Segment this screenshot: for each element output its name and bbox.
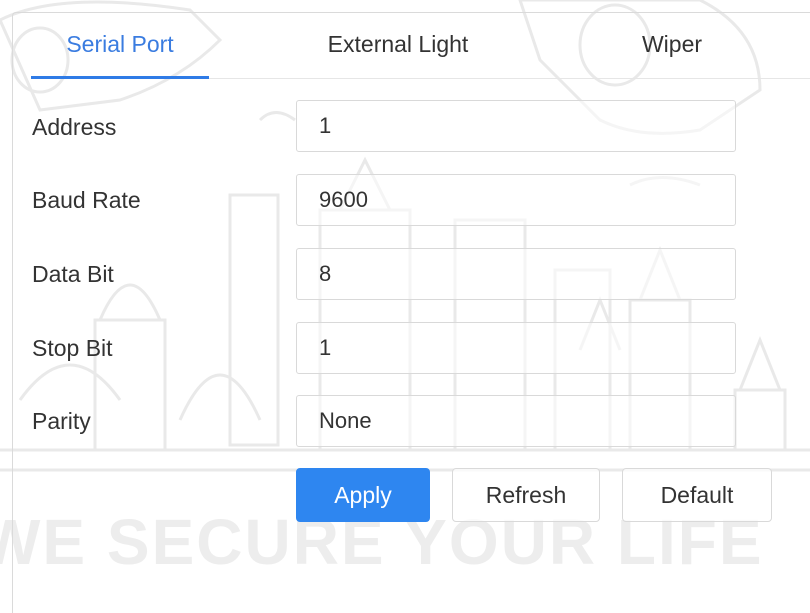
data-bit-select[interactable]: 8 xyxy=(296,248,736,300)
data-bit-label: Data Bit xyxy=(32,261,114,287)
tab-bar: Serial Port External Light Wiper xyxy=(12,12,810,80)
baud-rate-label: Baud Rate xyxy=(32,187,141,213)
active-tab-indicator xyxy=(31,76,209,79)
address-input[interactable] xyxy=(296,100,736,152)
default-button[interactable]: Default xyxy=(622,468,772,522)
parity-label: Parity xyxy=(32,408,91,434)
refresh-button[interactable]: Refresh xyxy=(452,468,600,522)
stop-bit-label: Stop Bit xyxy=(32,335,113,361)
stop-bit-select[interactable]: 1 xyxy=(296,322,736,374)
apply-button[interactable]: Apply xyxy=(296,468,430,522)
parity-select[interactable]: None xyxy=(296,395,736,447)
tab-wiper[interactable]: Wiper xyxy=(602,30,742,78)
baud-rate-select[interactable]: 9600 xyxy=(296,174,736,226)
address-label: Address xyxy=(32,114,117,140)
tab-serial-port[interactable]: Serial Port xyxy=(31,30,209,78)
settings-panel: Serial Port External Light Wiper Address… xyxy=(12,12,810,550)
tab-external-light[interactable]: External Light xyxy=(308,30,488,78)
